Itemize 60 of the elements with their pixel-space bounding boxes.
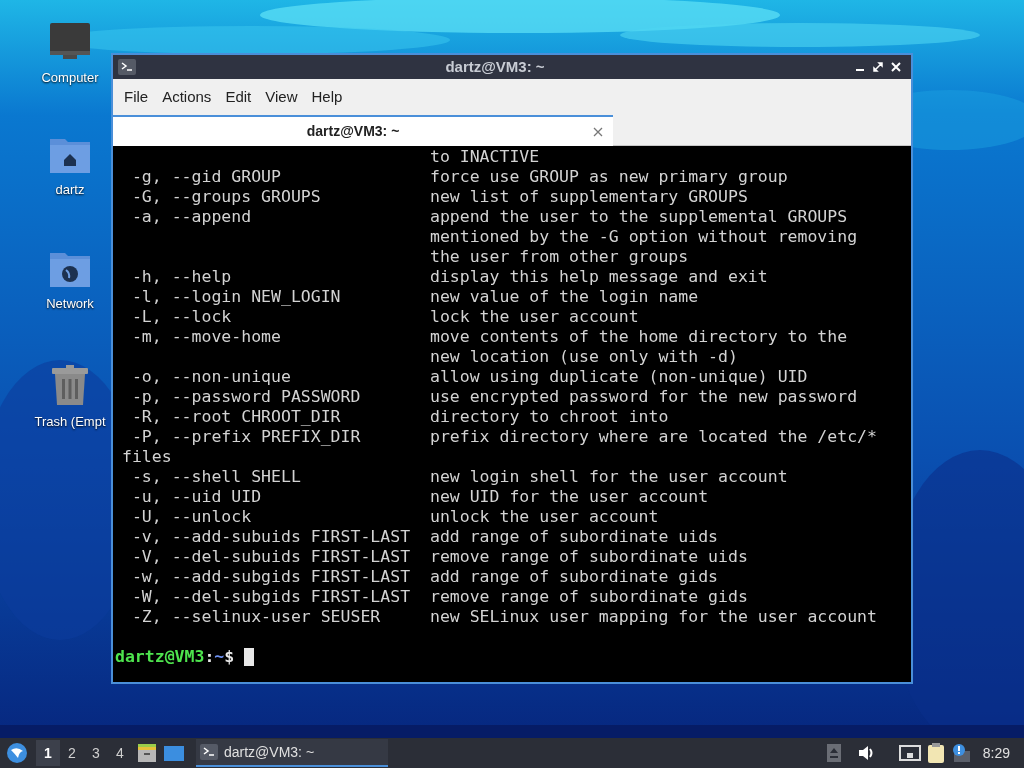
terminal-line: -U, --unlock unlock the user account: [130, 507, 659, 526]
terminal-line: -u, --uid UID new UID for the user account: [130, 487, 709, 506]
menu-item[interactable]: File: [119, 85, 154, 109]
notification-icon[interactable]: [950, 743, 971, 763]
tray-expand-icon[interactable]: [826, 744, 841, 762]
terminal-line: -w, --add-subgids FIRST-LAST add range of subordinate gids: [130, 567, 719, 586]
file-manager-icon[interactable]: [136, 743, 158, 763]
menu-item[interactable]: Help: [306, 85, 348, 109]
network-icon[interactable]: [898, 744, 921, 762]
terminal-line: -G, --groups GROUPS new list of supplementary GROUPS: [130, 187, 748, 206]
terminal-line: -p, --password PASSWORD use encrypted password for the new password: [130, 387, 858, 406]
menu-item[interactable]: View: [260, 85, 303, 109]
maximize-icon[interactable]: [872, 61, 884, 73]
clipboard-icon[interactable]: [926, 742, 945, 764]
text-cursor: [244, 648, 255, 666]
monitor-icon[interactable]: [49, 22, 91, 62]
icon-label[interactable]: Network: [46, 294, 94, 314]
clock[interactable]: 8:29: [982, 742, 1010, 764]
close-tab-icon[interactable]: [593, 126, 603, 137]
icon-label[interactable]: Trash (Empt: [34, 412, 106, 432]
terminal-line: -P, --prefix PREFIX_DIR prefix directory where are located the /etc/*: [130, 427, 877, 446]
terminal-icon: [118, 59, 136, 75]
terminal-line: -W, --del-subgids FIRST-LAST remove range of subordinate gids: [130, 587, 748, 606]
workspace-button[interactable]: 3: [84, 740, 108, 766]
terminal-line: -l, --login NEW_LOGIN new value of the login name: [130, 287, 699, 306]
home-folder-icon[interactable]: [49, 136, 91, 174]
terminal-line: -V, --del-subuids FIRST-LAST remove range of subordinate uids: [130, 547, 748, 566]
terminal-line: -L, --lock lock the user account: [130, 307, 639, 326]
menu-item[interactable]: Edit: [220, 85, 257, 109]
terminal-line: -a, --append append the user to the supplemental GROUPS: [130, 207, 848, 226]
trash-icon[interactable]: [51, 364, 89, 406]
network-folder-icon[interactable]: [49, 250, 91, 288]
icon-label[interactable]: Computer: [41, 68, 99, 88]
terminal-line: files: [122, 447, 172, 466]
terminal-line: -o, --non-unique allow using duplicate (non-unique) UID: [130, 367, 808, 386]
terminal-line: -Z, --selinux-user SEUSER new SELinux user mapping for the user account: [130, 607, 877, 626]
workspace-button[interactable]: 1: [36, 740, 60, 766]
close-icon[interactable]: [890, 61, 902, 73]
window-title: dartz@VM3: ~: [444, 56, 546, 77]
tab[interactable]: dartz@VM3: ~: [113, 115, 613, 146]
terminal-line: the user from other groups: [428, 247, 689, 266]
terminal-line: -v, --add-subuids FIRST-LAST add range of subordinate uids: [130, 527, 719, 546]
terminal-line: -h, --help display this help message and exit: [130, 267, 768, 286]
terminal-icon: [200, 744, 218, 760]
menu-item[interactable]: Actions: [157, 85, 217, 109]
shell-prompt: dartz@VM3:~$: [115, 647, 235, 667]
workspace-button[interactable]: 4: [108, 740, 132, 766]
workspace-button[interactable]: 2: [60, 740, 84, 766]
start-menu-icon[interactable]: [6, 742, 28, 764]
terminal-line: to INACTIVE: [428, 147, 540, 166]
desktop-icon[interactable]: [162, 743, 186, 763]
terminal-line: -g, --gid GROUP force use GROUP as new primary group: [130, 167, 788, 186]
terminal-line: mentioned by the -G option without removing: [428, 227, 858, 246]
terminal-line: new location (use only with -d): [428, 347, 738, 366]
icon-label[interactable]: dartz: [55, 180, 85, 200]
terminal-line: -s, --shell SHELL new login shell for the user account: [130, 467, 788, 486]
terminal-line: -m, --move-home move contents of the home directory to the: [130, 327, 848, 346]
terminal-line: -R, --root CHROOT_DIR directory to chroot into: [130, 407, 669, 426]
taskbar-button[interactable]: dartz@VM3: ~: [196, 739, 388, 767]
terminal-area[interactable]: [113, 146, 911, 682]
